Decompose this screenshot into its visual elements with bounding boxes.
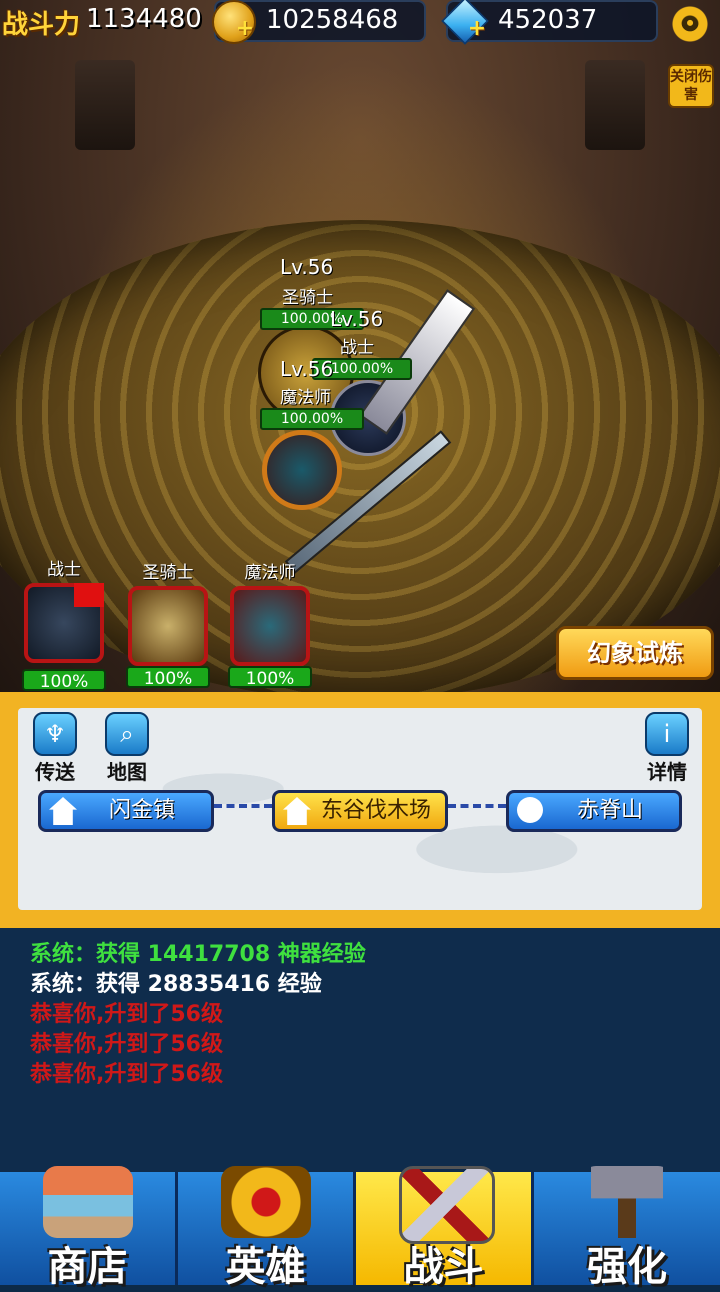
party-name: 战士 xyxy=(47,560,81,580)
chat-line: 恭喜你,升到了56级 xyxy=(30,1062,223,1087)
gem-counter[interactable]: + 452037 xyxy=(441,0,658,45)
pillar xyxy=(75,60,135,150)
chat-line: 系统：获得 28835416 经验 xyxy=(30,972,322,997)
teleport-label: 传送 xyxy=(35,760,75,784)
location-button[interactable]: 闪金镇 xyxy=(38,790,214,832)
party-name: 圣骑士 xyxy=(142,563,194,583)
location-label: 东谷伐木场 xyxy=(320,798,431,823)
magnifier-icon: ⌕ xyxy=(105,712,149,756)
location-label: 赤脊山 xyxy=(576,798,643,823)
tab-label: 英雄 xyxy=(225,1244,306,1290)
house-icon xyxy=(283,797,311,825)
mage-sprite[interactable] xyxy=(262,430,342,510)
gold-counter[interactable]: + 10258468 xyxy=(212,0,426,44)
gear-icon[interactable]: ⚙ xyxy=(668,2,712,46)
unit-name: 圣骑士 xyxy=(282,288,333,308)
chat-line: 恭喜你,升到了56级 xyxy=(30,1002,223,1027)
info-icon: i xyxy=(645,712,689,756)
unit-level: Lv.56 xyxy=(330,307,384,331)
path-connector xyxy=(214,804,272,820)
top-bar: 战斗力 1134480 + 10258468 + 452037 ⚙ xyxy=(0,0,720,46)
teleport-button[interactable]: ♆ 传送 xyxy=(30,712,80,785)
unit-level: Lv.56 xyxy=(280,255,334,279)
unit-name: 魔法师 xyxy=(280,388,331,408)
bottom-nav: 商店 英雄 战斗 强化 xyxy=(0,1166,720,1290)
tab-enhance[interactable]: 强化 xyxy=(534,1166,720,1290)
location-label: 闪金镇 xyxy=(108,798,175,823)
crossed-swords-icon xyxy=(398,1166,495,1244)
battle-arena: Lv.56 圣骑士 100.00% Lv.56 战士 100.00% Lv.56… xyxy=(0,0,720,695)
power-label: 战斗力 xyxy=(2,10,81,40)
tab-battle[interactable]: 战斗 xyxy=(356,1166,534,1290)
damage-toggle-button[interactable]: 关闭伤害 xyxy=(668,64,714,108)
mage-portrait[interactable] xyxy=(230,586,310,666)
unit-name: 战士 xyxy=(340,338,374,358)
details-label: 详情 xyxy=(647,760,687,784)
unit-hp-bar: 100.00% xyxy=(260,408,364,430)
gold-value: 10258468 xyxy=(266,5,399,35)
add-gems-icon[interactable]: + xyxy=(466,18,488,40)
teleport-icon: ♆ xyxy=(33,712,77,756)
map-button[interactable]: ⌕ 地图 xyxy=(102,712,152,785)
illusion-trial-button[interactable]: 幻象试炼 xyxy=(556,626,714,680)
add-gold-icon[interactable]: + xyxy=(234,18,256,40)
helmet-icon xyxy=(220,1166,311,1238)
paladin-portrait[interactable] xyxy=(128,586,208,666)
location-button[interactable]: 赤脊山 xyxy=(506,790,682,832)
tab-shop[interactable]: 商店 xyxy=(0,1166,178,1290)
chat-line: 恭喜你,升到了56级 xyxy=(30,1032,223,1057)
tab-heroes[interactable]: 英雄 xyxy=(178,1166,356,1290)
tab-label: 商店 xyxy=(47,1244,128,1290)
pillar xyxy=(585,60,645,150)
shop-icon xyxy=(42,1166,133,1238)
tree-icon xyxy=(517,797,543,823)
tab-label: 强化 xyxy=(587,1244,667,1290)
chat-log: 系统：获得 14417708 神器经验 系统：获得 28835416 经验 恭喜… xyxy=(0,928,720,1173)
path-connector xyxy=(448,804,506,820)
current-location-button[interactable]: 东谷伐木场 xyxy=(272,790,448,832)
power-value: 1134480 xyxy=(86,4,202,34)
arena-floor xyxy=(0,220,720,695)
tab-label: 战斗 xyxy=(403,1244,484,1290)
map-label: 地图 xyxy=(107,760,147,784)
new-badge-icon xyxy=(74,583,104,607)
hammer-icon xyxy=(591,1166,663,1238)
party-hp: 100% xyxy=(22,669,106,692)
details-button[interactable]: i 详情 xyxy=(642,712,692,785)
party-hp: 100% xyxy=(228,666,312,689)
house-icon xyxy=(49,797,77,825)
party-name: 魔法师 xyxy=(244,563,296,583)
unit-level: Lv.56 xyxy=(280,357,334,381)
chat-line: 系统：获得 14417708 神器经验 xyxy=(30,942,366,967)
gems-value: 452037 xyxy=(498,5,598,35)
party-hp: 100% xyxy=(126,666,210,689)
warrior-portrait[interactable] xyxy=(24,583,104,663)
